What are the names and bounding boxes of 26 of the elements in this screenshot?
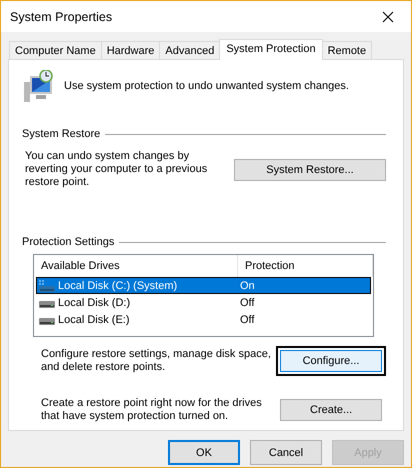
dialog-button[interactable]: OK — [168, 440, 240, 465]
tab[interactable]: Computer Name — [9, 41, 102, 59]
drive-row[interactable]: Local Disk (E:) Off — [36, 311, 371, 328]
drive-icon — [39, 280, 55, 292]
protection-status: Off — [240, 296, 256, 308]
computer-icon — [22, 70, 54, 104]
create-button[interactable]: Create... — [280, 399, 382, 421]
drive-name: Local Disk (D:) — [58, 296, 130, 308]
window-title: System Properties — [10, 10, 112, 24]
drive-name: Local Disk (C:) (System) — [58, 280, 178, 292]
tab[interactable]: Remote — [322, 41, 372, 59]
close-icon — [382, 10, 394, 22]
system-restore-button[interactable]: System Restore... — [234, 158, 386, 180]
protection-status: Off — [240, 314, 256, 326]
group-heading: Protection Settings — [22, 236, 114, 248]
drive-name: Local Disk (E:) — [58, 314, 130, 326]
description-text: Create a restore point right now for the drives that have system protection turned on. — [41, 397, 263, 423]
protection-status: On — [240, 280, 256, 292]
tab[interactable]: System Protection — [219, 39, 323, 60]
group-heading: System Restore — [22, 128, 100, 140]
drive-row[interactable]: Local Disk (D:) Off — [36, 294, 371, 311]
dialog-button[interactable]: Cancel — [250, 440, 322, 465]
description-text: You can undo system changes by reverting your computer to a previous restore point. — [25, 150, 208, 189]
drive-row[interactable]: Local Disk (C:) (System) On — [36, 277, 371, 294]
description-text: Configure restore settings, manage disk space, and delete restore points. — [41, 348, 271, 374]
intro-text: Use system protection to undo unwanted system changes. — [64, 80, 349, 92]
